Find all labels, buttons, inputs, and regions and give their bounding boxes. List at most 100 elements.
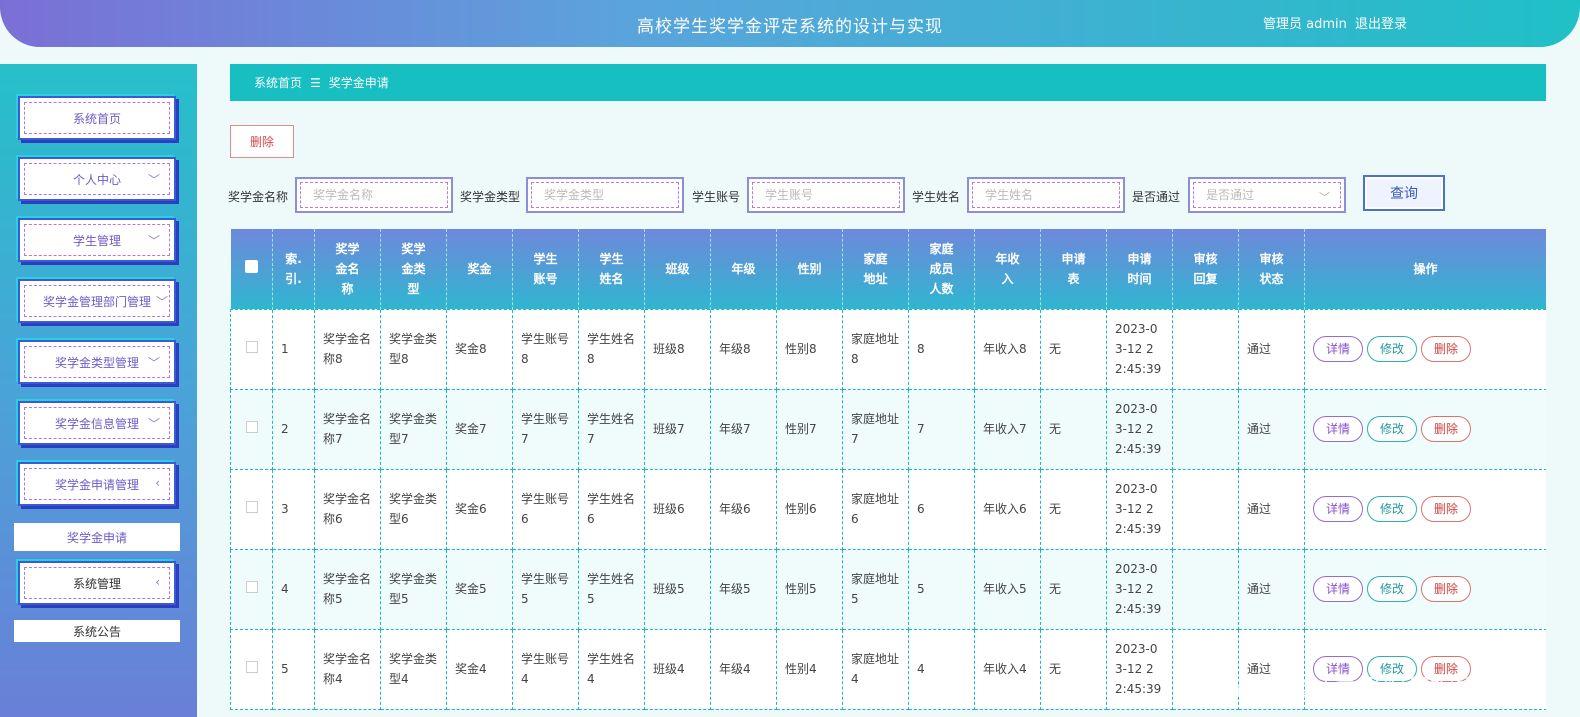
chevron-down-icon: ﹀: [155, 295, 168, 309]
sidebar-item-home[interactable]: 系统首页: [18, 96, 176, 140]
chevron-left-icon: ‹: [155, 476, 160, 490]
cell-time: 2023-03-12 22:45:39: [1106, 308, 1173, 390]
search-student-field: [967, 177, 1125, 213]
delete-button[interactable]: 删除: [1421, 496, 1471, 522]
cell-grade: 年级5: [710, 548, 777, 630]
delete-button[interactable]: 删除: [1421, 336, 1471, 362]
cell-name: 奖学金名称4: [314, 628, 381, 710]
sidebar-item-departments[interactable]: 奖学金管理部门管理 ﹀: [18, 279, 176, 323]
breadcrumb-home[interactable]: 系统首页: [254, 74, 302, 91]
sidebar-item-label: 个人中心: [72, 172, 121, 187]
detail-button[interactable]: 详情: [1313, 576, 1363, 602]
cell-cls: 班级8: [644, 308, 711, 390]
column-header: 申请 时间: [1106, 229, 1173, 309]
sidebar-item-label: 系统首页: [72, 111, 121, 126]
column-header: 学生 账号: [512, 229, 579, 309]
sidebar-item-students[interactable]: 学生管理 ﹀: [18, 218, 176, 262]
sidebar-item-applications[interactable]: 奖学金申请管理 ‹: [18, 462, 176, 506]
delete-button[interactable]: 删除: [1421, 576, 1471, 602]
cell-name: 奖学金名称5: [314, 548, 381, 630]
cell-index: 1: [272, 308, 315, 390]
table-header: 索. 引. 奖学 金名称奖学 金类型奖金 学生 账号 学生 姓名 班级 年级 性别 家庭 地址 家庭 成员 人数…: [230, 229, 1546, 309]
cell-type: 奖学金类型8: [380, 308, 447, 390]
logout-link[interactable]: 退出登录: [1355, 13, 1407, 32]
cell-bonus: 奖金8: [446, 308, 513, 390]
row-checkbox[interactable]: [245, 501, 258, 513]
search-type-label: 奖学金类型: [460, 190, 521, 204]
cell-address: 家庭地址5: [842, 548, 909, 630]
row-checkbox-cell: [230, 468, 273, 550]
applications-table: 索. 引. 奖学 金名称奖学 金类型奖金 学生 账号 学生 姓名 班级 年级 性别 家庭 地址 家庭 成员 人数…: [230, 229, 1546, 717]
cell-income: 年收入6: [974, 468, 1041, 550]
sidebar-subitem-apply[interactable]: 奖学金申请: [14, 523, 180, 551]
cell-bonus: 奖金6: [446, 468, 513, 550]
detail-button[interactable]: 详情: [1313, 416, 1363, 442]
cell-actions: 详情 修改 删除: [1304, 388, 1546, 470]
cell-status: 通过: [1238, 308, 1305, 390]
search-name-input[interactable]: [300, 182, 448, 208]
search-account-input[interactable]: [752, 182, 900, 208]
row-checkbox[interactable]: [245, 661, 258, 673]
cell-time: 2023-03-12 22:45:39: [1106, 468, 1173, 550]
sidebar-item-label: 奖学金申请管理: [54, 477, 139, 492]
cell-form: 无: [1040, 388, 1107, 470]
search-pass-select[interactable]: ﹀: [1188, 177, 1346, 213]
cell-time: 2023-03-12 22:45:39: [1106, 388, 1173, 470]
sidebar-item-types[interactable]: 奖学金类型管理 ﹀: [18, 340, 176, 384]
column-header: 奖金: [446, 229, 513, 309]
row-checkbox[interactable]: [245, 421, 258, 433]
cell-status: 通过: [1238, 388, 1305, 470]
cell-bonus: 奖金4: [446, 628, 513, 710]
column-header: 家庭 地址: [842, 229, 909, 309]
cell-gender: 性别4: [776, 628, 843, 710]
cell-gender: 性别7: [776, 388, 843, 470]
search-student-input[interactable]: [972, 182, 1120, 208]
cell-type: 奖学金类型6: [380, 468, 447, 550]
cell-address: 家庭地址6: [842, 468, 909, 550]
cell-student: 学生姓名6: [578, 468, 645, 550]
chevron-down-icon: ﹀: [147, 356, 160, 370]
delete-button[interactable]: 删除: [1421, 416, 1471, 442]
sidebar-item-system[interactable]: 系统管理 ‹: [18, 561, 176, 605]
sidebar-item-info[interactable]: 奖学金信息管理 ﹀: [18, 401, 176, 445]
edit-button[interactable]: 修改: [1367, 336, 1417, 362]
detail-button[interactable]: 详情: [1313, 496, 1363, 522]
column-header: 家庭 成员 人数: [908, 229, 975, 309]
row-checkbox[interactable]: [245, 341, 258, 353]
select-all-checkbox[interactable]: [244, 259, 258, 273]
cell-grade: 年级6: [710, 468, 777, 550]
query-button[interactable]: 查询: [1363, 175, 1445, 211]
row-checkbox[interactable]: [245, 581, 258, 593]
select-all-checkbox-cell[interactable]: [230, 229, 273, 309]
cell-account: 学生账号4: [512, 628, 579, 710]
column-header: 学生 姓名: [578, 229, 645, 309]
cell-form: 无: [1040, 548, 1107, 630]
edit-button[interactable]: 修改: [1367, 416, 1417, 442]
column-header: 奖学 金名称: [314, 229, 381, 309]
detail-button[interactable]: 详情: [1313, 336, 1363, 362]
batch-delete-button[interactable]: 删除: [230, 125, 294, 158]
cell-account: 学生账号7: [512, 388, 579, 470]
cell-student: 学生姓名8: [578, 308, 645, 390]
search-bar: 奖学金名称 奖学金类型 学生账号 学生姓名 是否通过 ﹀ 查询: [228, 175, 1546, 213]
menu-icon: ☰: [310, 75, 321, 90]
cell-student: 学生姓名4: [578, 628, 645, 710]
sidebar-item-profile[interactable]: 个人中心 ﹀: [18, 157, 176, 201]
sidebar-subitem-notice[interactable]: 系统公告: [14, 620, 180, 642]
sidebar-item-label: 学生管理: [72, 233, 121, 248]
cell-index: 3: [272, 468, 315, 550]
column-header: 班级: [644, 229, 711, 309]
column-header: 奖学 金类型: [380, 229, 447, 309]
table-row: 1 奖学金名称8 奖学金类型8 奖金8 学生账号8 学生姓名8 班级8 年级8 性别8 家庭地址8…: [230, 308, 1546, 390]
edit-button[interactable]: 修改: [1367, 496, 1417, 522]
edit-button[interactable]: 修改: [1367, 576, 1417, 602]
cell-members: 5: [908, 548, 975, 630]
search-name-field: [295, 177, 453, 213]
column-header: 审核 状态: [1238, 229, 1305, 309]
cell-cls: 班级5: [644, 548, 711, 630]
cell-cls: 班级6: [644, 468, 711, 550]
cell-bonus: 奖金7: [446, 388, 513, 470]
breadcrumb-current: 奖学金申请: [328, 76, 389, 90]
search-type-input[interactable]: [531, 182, 679, 208]
cell-gender: 性别8: [776, 308, 843, 390]
